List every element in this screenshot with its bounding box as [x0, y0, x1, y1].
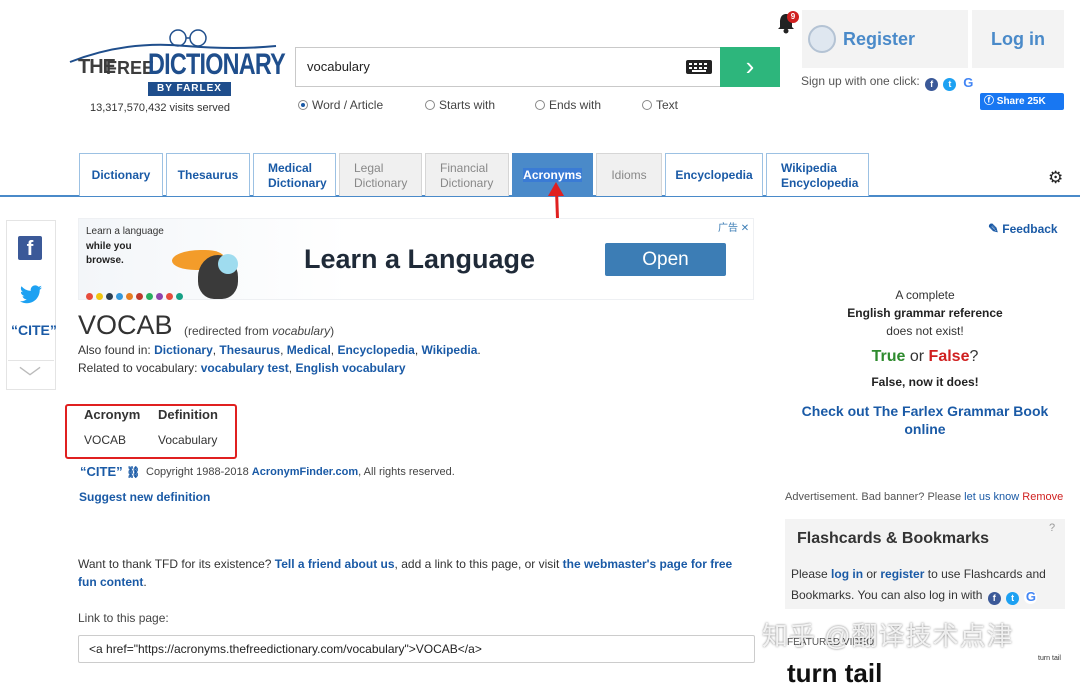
radio-text[interactable]: Text [642, 98, 678, 112]
tab-legal-dictionary[interactable]: Legal Dictionary [339, 153, 422, 196]
facebook-icon[interactable]: f [987, 592, 1001, 605]
flashcards-register-link[interactable]: register [880, 567, 924, 581]
search-input[interactable] [305, 58, 665, 75]
thanks-text: Want to thank TFD for its existence? Tel… [78, 557, 733, 589]
suggest-definition-link[interactable]: Suggest new definition [79, 490, 210, 504]
let-us-know-link[interactable]: let us know [964, 491, 1019, 503]
edit-icon: ✎ [988, 221, 999, 236]
logo-dictionary: DICTIONARY [148, 48, 286, 81]
ad-feedback-note: Advertisement. Bad banner? Please let us… [785, 491, 1064, 503]
toucan-face-icon [218, 254, 238, 274]
link-medical[interactable]: Medical [287, 343, 331, 357]
search-box [295, 47, 720, 87]
facebook-icon: ⓕ [984, 96, 997, 107]
register-label[interactable]: Register [843, 29, 915, 50]
link-tell-a-friend[interactable]: Tell a friend about us [275, 557, 395, 571]
copyright-note: Copyright 1988-2018 AcronymFinder.com, A… [146, 466, 455, 478]
remove-ads-link[interactable]: Remove [1019, 491, 1063, 503]
entry-word: VOCAB [78, 310, 173, 340]
link-english-vocabulary[interactable]: English vocabulary [295, 361, 405, 375]
radio-word-article[interactable]: Word / Article [298, 98, 383, 112]
watermark: 知乎 @翻译技术点津 [762, 621, 1014, 651]
twitter-icon[interactable]: t [943, 78, 957, 91]
twitter-icon[interactable]: t [1006, 592, 1020, 605]
feedback-link[interactable]: ✎ Feedback [988, 221, 1058, 237]
table-cell-definition: Vocabulary [158, 433, 218, 447]
flashcards-text: Please log in or register to use Flashca… [791, 567, 1046, 605]
tab-financial-dictionary[interactable]: Financial Dictionary [425, 153, 509, 196]
table-cell-acronym: VOCAB [84, 433, 127, 447]
cite-button[interactable]: “CITE” [11, 322, 57, 338]
table-header-acronym: Acronym [84, 407, 141, 422]
radio-selected-icon [298, 100, 308, 110]
grammar-promo-line2: English grammar reference [847, 306, 1003, 320]
keyboard-icon[interactable] [686, 60, 712, 74]
link-dictionary[interactable]: Dictionary [154, 343, 213, 357]
twitter-share-icon[interactable] [18, 285, 44, 305]
expand-share-button[interactable] [8, 360, 54, 388]
site-logo[interactable]: THE FREE DICTIONARY BY FARLEX [66, 26, 286, 96]
cite-link[interactable]: “CITE” ⛓ [80, 464, 140, 479]
notification-count-badge: 9 [787, 11, 799, 23]
tab-idioms[interactable]: Idioms [596, 153, 662, 196]
link-code-field[interactable]: <a href="https://acronyms.thefreediction… [78, 635, 755, 663]
link-thesaurus[interactable]: Thesaurus [219, 343, 280, 357]
ad-small-bold-text: while you browse. [86, 241, 132, 266]
radio-starts-with[interactable]: Starts with [425, 98, 495, 112]
facebook-share-icon[interactable]: f [18, 236, 42, 260]
chevron-down-icon [19, 366, 41, 376]
ad-close-tag[interactable]: 广告 ✕ [718, 219, 749, 234]
ad-small-text: Learn a language [86, 226, 164, 237]
link-encyclopedia[interactable]: Encyclopedia [337, 343, 414, 357]
tab-thesaurus[interactable]: Thesaurus [166, 153, 250, 196]
grammar-true-false: True or False? [871, 348, 979, 365]
link-vocabulary-test[interactable]: vocabulary test [201, 361, 289, 375]
tab-dictionary[interactable]: Dictionary [79, 153, 163, 196]
related-to: Related to vocabulary: vocabulary test, … [78, 361, 406, 375]
grammar-promo-line3: does not exist! [886, 324, 964, 338]
tab-wikipedia-encyclopedia[interactable]: Wikipedia Encyclopedia [766, 153, 869, 196]
table-header-definition: Definition [158, 407, 218, 422]
login-label[interactable]: Log in [991, 29, 1045, 50]
radio-icon [425, 100, 435, 110]
search-button[interactable]: › [720, 47, 780, 87]
link-icon: ⛓ [126, 467, 141, 479]
radio-icon [642, 100, 652, 110]
radio-icon [535, 100, 545, 110]
facebook-icon[interactable]: f [925, 78, 939, 91]
annotation-arrowhead-icon [548, 182, 564, 196]
link-acronymfinder[interactable]: AcronymFinder.com [252, 466, 358, 478]
grammar-book-link[interactable]: Check out The Farlex Grammar Book online [800, 402, 1050, 438]
help-icon[interactable]: ? [1049, 522, 1055, 534]
redirect-note: (redirected from vocabulary) [184, 324, 335, 338]
google-icon[interactable]: G [1024, 590, 1038, 604]
logo-by-farlex: BY FARLEX [148, 82, 231, 96]
flashcards-login-link[interactable]: log in [831, 567, 863, 581]
visits-counter: 13,317,570,432 visits served [90, 102, 231, 114]
gear-icon[interactable]: ⚙ [1048, 168, 1063, 188]
radio-ends-with[interactable]: Ends with [535, 98, 601, 112]
featured-word[interactable]: turn tail [787, 658, 882, 689]
ad-open-button[interactable]: Open [605, 243, 726, 276]
flashcards-title: Flashcards & Bookmarks [797, 530, 990, 547]
google-icon[interactable]: G [961, 76, 975, 90]
facebook-share-button[interactable]: ⓕ Share 25K [980, 93, 1064, 110]
also-found-in: Also found in: Dictionary, Thesaurus, Me… [78, 343, 481, 357]
signup-one-click: Sign up with one click: f t G [801, 74, 975, 91]
avatar-icon [808, 25, 836, 53]
link-to-page-label: Link to this page: [78, 611, 169, 625]
link-wikipedia[interactable]: Wikipedia [422, 343, 478, 357]
grammar-promo-line1: A complete [895, 288, 955, 302]
tab-medical-dictionary[interactable]: Medical Dictionary [253, 153, 336, 196]
logo-free: FREE [106, 58, 155, 78]
featured-word-small: turn tail [1038, 655, 1061, 662]
ad-flags [86, 287, 186, 305]
tab-encyclopedia[interactable]: Encyclopedia [665, 153, 763, 196]
grammar-promo-line5: False, now it does! [871, 375, 979, 389]
ad-headline: Learn a Language [304, 244, 536, 274]
